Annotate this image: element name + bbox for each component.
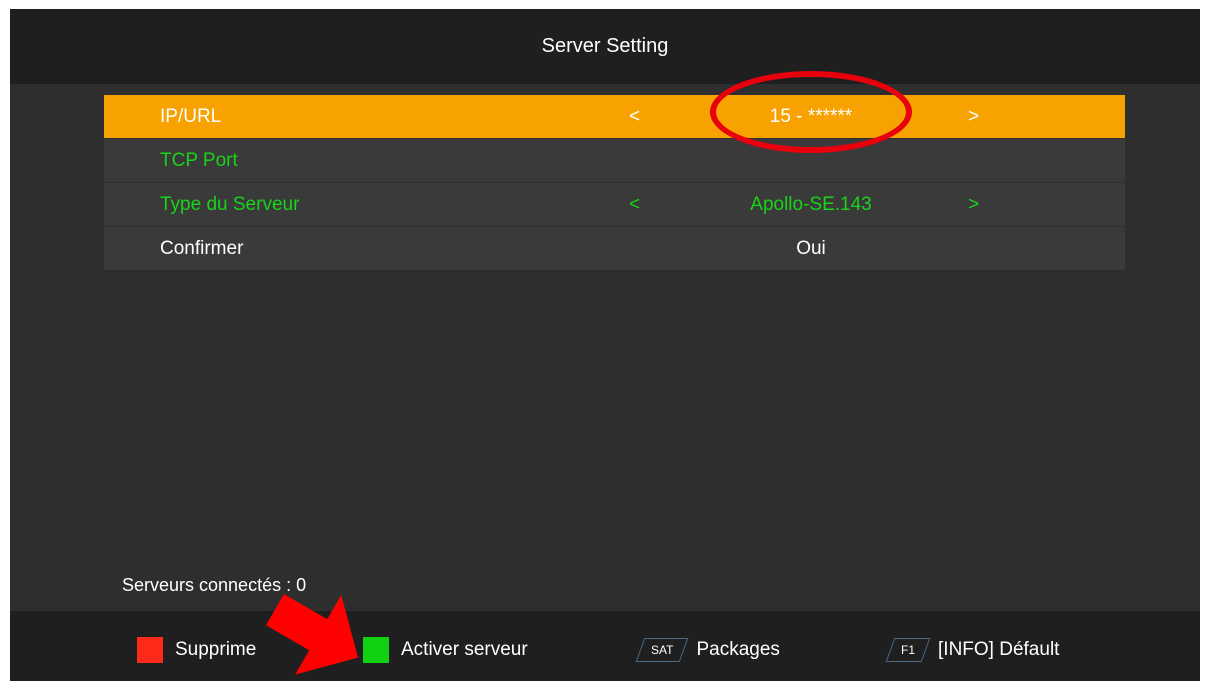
delete-button[interactable]: Supprime <box>137 637 256 663</box>
activate-server-label: Activer serveur <box>401 639 528 660</box>
arrow-left-icon[interactable]: < <box>629 106 640 128</box>
server-setting-screen: Server Setting IP/URL < 15 - ****** > TC… <box>10 9 1200 681</box>
f1-key-icon: F1 <box>885 638 931 662</box>
menu-row-server-type[interactable]: Type du Serveur < Apollo-SE.143 > <box>104 183 1125 226</box>
default-label: [INFO] Défault <box>938 639 1060 660</box>
green-key-icon <box>363 637 389 663</box>
arrow-right-icon[interactable]: > <box>968 194 979 216</box>
menu-row-value: Apollo-SE.143 <box>750 194 872 215</box>
menu-row-label: Type du Serveur <box>160 194 300 215</box>
delete-label: Supprime <box>175 639 257 660</box>
menu-row-value: Oui <box>796 238 826 259</box>
settings-menu: IP/URL < 15 - ****** > TCP Port Type du … <box>104 95 1125 271</box>
footer-bar: Supprime Activer serveur SAT Packages F1… <box>10 611 1200 681</box>
activate-server-button[interactable]: Activer serveur <box>363 637 528 663</box>
red-arrow-annotation <box>266 594 359 675</box>
menu-row-label: TCP Port <box>160 150 238 171</box>
title-bar: Server Setting <box>10 9 1200 84</box>
packages-button[interactable]: SAT Packages <box>635 637 780 663</box>
arrow-right-icon[interactable]: > <box>968 106 979 128</box>
menu-row-ip-url[interactable]: IP/URL < 15 - ****** > <box>104 95 1125 138</box>
menu-row-tcp-port[interactable]: TCP Port <box>104 139 1125 182</box>
arrow-left-icon[interactable]: < <box>629 194 640 216</box>
red-key-icon <box>137 637 163 663</box>
sat-key-icon: SAT <box>635 638 689 662</box>
menu-row-label: IP/URL <box>160 106 222 127</box>
menu-row-confirm[interactable]: Confirmer Oui <box>104 227 1125 270</box>
packages-label: Packages <box>696 639 780 660</box>
default-button[interactable]: F1 [INFO] Défault <box>885 637 1060 663</box>
menu-row-label: Confirmer <box>160 238 244 259</box>
highlight-ellipse-annotation <box>710 71 912 153</box>
page-title: Server Setting <box>541 35 669 57</box>
